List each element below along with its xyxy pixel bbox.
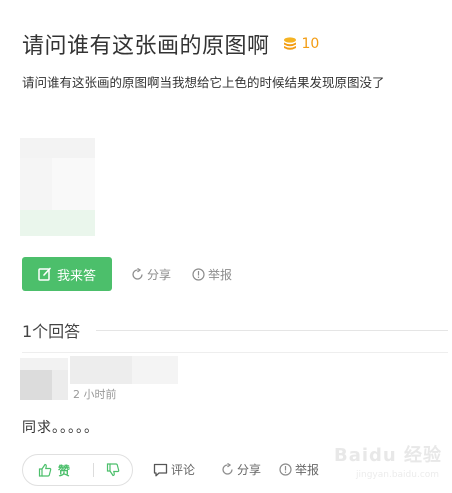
- share-icon: [132, 267, 143, 280]
- report-icon: [192, 267, 205, 281]
- comment-label: 评论: [171, 463, 196, 477]
- reward-amount: 10: [301, 36, 320, 52]
- comment-link[interactable]: 评论: [153, 461, 195, 478]
- like-button[interactable]: 赞: [23, 462, 93, 479]
- answer-share-label: 分享: [237, 463, 262, 477]
- like-label: 赞: [58, 463, 71, 478]
- share-icon: [222, 463, 233, 475]
- answerer-name-blurred[interactable]: [70, 356, 178, 384]
- share-link[interactable]: 分享: [131, 266, 171, 283]
- report-link[interactable]: 举报: [192, 266, 232, 283]
- thumbs-down-icon: [106, 463, 120, 477]
- question-title: 请问谁有这张画的原图啊: [22, 34, 270, 59]
- divider: [96, 329, 448, 331]
- answer-timestamp: 2 小时前: [73, 388, 117, 401]
- share-label: 分享: [147, 267, 172, 282]
- divider: [22, 352, 448, 353]
- answer-button[interactable]: 我来答: [22, 257, 112, 291]
- answer-report-link[interactable]: 举报: [279, 461, 319, 478]
- question-header: 请问谁有这张画的原图啊 10: [22, 28, 319, 60]
- answer-report-label: 举报: [295, 463, 320, 477]
- comment-icon: [153, 463, 168, 476]
- question-actions: 我来答 分享 举报: [22, 257, 232, 291]
- coin-stack-icon: [282, 36, 298, 52]
- report-label: 举报: [208, 267, 233, 282]
- report-icon: [279, 463, 292, 476]
- edit-icon: [38, 267, 51, 281]
- reward-badge: 10: [282, 36, 320, 52]
- question-image-thumbnail[interactable]: [20, 138, 95, 236]
- avatar[interactable]: [20, 358, 68, 400]
- answer-content: 同求。。。。。: [22, 420, 99, 436]
- vote-control: 赞: [22, 454, 133, 486]
- question-description: 请问谁有这张画的原图啊当我想给它上色的时候结果发现原图没了: [22, 75, 385, 90]
- answers-count: 1个回答: [22, 322, 81, 341]
- thumbs-up-icon: [38, 463, 52, 477]
- answer-share-link[interactable]: 分享: [221, 461, 261, 478]
- watermark-url: jingyan.baidu.com: [356, 470, 440, 480]
- answers-section-header: 1个回答: [22, 318, 448, 342]
- watermark-brand: Baidu 经验: [334, 445, 443, 466]
- dislike-button[interactable]: [94, 463, 132, 477]
- answer-button-label: 我来答: [56, 268, 96, 284]
- answer-actions: 评论 分享 举报: [153, 461, 319, 478]
